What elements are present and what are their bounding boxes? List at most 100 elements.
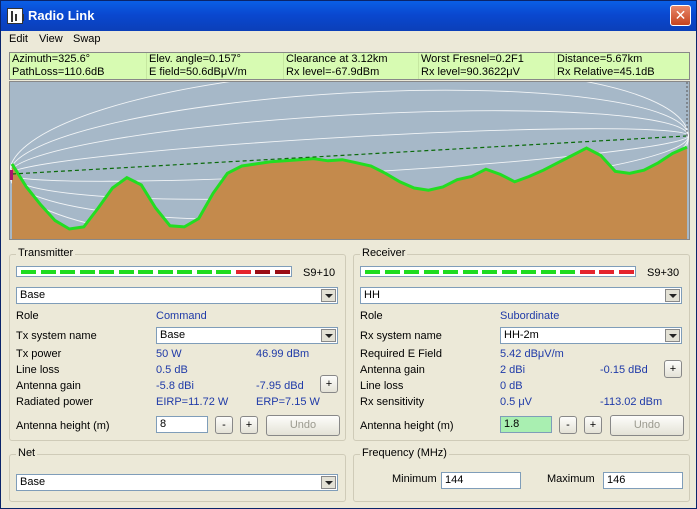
rx-undo-button[interactable]: Undo [610, 415, 684, 436]
rx-system-name-select[interactable]: HH-2m [500, 327, 682, 344]
tx-system-select[interactable]: Base [16, 287, 338, 304]
receiver-group: Receiver S9+30 HH Role Subordinate Rx sy… [353, 247, 690, 441]
close-button[interactable]: ✕ [670, 5, 691, 26]
chevron-down-icon [321, 289, 336, 302]
tx-system-name-value: Base [160, 329, 186, 341]
tx-gain-label: Antenna gain [16, 380, 81, 392]
transmitter-title: Transmitter [16, 247, 76, 259]
rx-signal-meter [360, 266, 636, 277]
meter-segment [443, 270, 458, 274]
rx-height-input[interactable]: 1.8 [500, 416, 552, 433]
meter-segment [423, 270, 439, 274]
frequency-max-input[interactable]: 146 [603, 472, 683, 489]
menu-view[interactable]: View [39, 33, 63, 45]
chevron-down-icon [321, 476, 336, 489]
meter-segment [40, 270, 56, 274]
radio-app-icon [7, 8, 24, 24]
tx-power-dbm: 46.99 dBm [256, 348, 310, 360]
azimuth-value: Azimuth=325.6° [10, 53, 147, 66]
link-info-bar: Azimuth=325.6° Elev. angle=0.157° Cleara… [9, 52, 690, 80]
meter-segment [579, 270, 595, 274]
meter-segment [482, 270, 497, 274]
rx-height-plus-button[interactable]: + [584, 416, 602, 434]
rx-system-name-label: Rx system name [360, 330, 442, 342]
tx-undo-button[interactable]: Undo [266, 415, 340, 436]
clearance-value: Clearance at 3.12km [284, 53, 419, 66]
meter-segment [521, 270, 536, 274]
rx-relative-value: Rx Relative=45.1dB [557, 66, 655, 78]
rx-level-uv-value: Rx level=90.3622μV [419, 66, 555, 79]
meter-segment [384, 270, 400, 274]
net-title: Net [16, 447, 38, 459]
tx-antenna-marker [10, 170, 13, 180]
tx-gain-dbi: -5.8 dBi [156, 380, 194, 392]
rx-gain-dbd: -0.15 dBd [600, 364, 648, 376]
meter-segment [216, 270, 231, 274]
rx-line-loss-label: Line loss [360, 380, 404, 392]
menu-bar: Edit View Swap [1, 31, 696, 49]
rx-system-select-value: HH [364, 289, 380, 301]
menu-swap[interactable]: Swap [73, 33, 101, 45]
tx-height-label: Antenna height (m) [16, 420, 110, 432]
rx-height-minus-button[interactable]: - [559, 416, 577, 434]
rx-efield-label: Required E Field [360, 348, 442, 360]
meter-segment [255, 270, 270, 274]
frequency-min-input[interactable]: 144 [441, 472, 521, 489]
meter-segment [618, 270, 634, 274]
tx-eirp-value: EIRP=11.72 W [156, 396, 229, 408]
terrain-profile-svg [10, 82, 689, 239]
rx-line-loss-value: 0 dB [500, 380, 523, 392]
tx-line-loss-label: Line loss [16, 364, 60, 376]
chevron-down-icon [665, 329, 680, 342]
rx-efield-value: 5.42 dBμV/m [500, 348, 564, 360]
elevation-angle-value: Elev. angle=0.157° [147, 53, 284, 66]
tx-system-name-select[interactable]: Base [156, 327, 338, 344]
meter-segment [21, 270, 36, 274]
rx-system-select[interactable]: HH [360, 287, 682, 304]
meter-segment [540, 270, 556, 274]
tx-role-value: Command [156, 310, 207, 322]
meter-segment [274, 270, 290, 274]
tx-line-loss-value: 0.5 dB [156, 364, 188, 376]
net-select-value: Base [20, 476, 46, 488]
rx-role-label: Role [360, 310, 383, 322]
meter-segment [99, 270, 114, 274]
radio-link-window: Radio Link ✕ Edit View Swap Azimuth=325.… [0, 0, 697, 509]
menu-edit[interactable]: Edit [9, 33, 28, 45]
rx-gain-plus-button[interactable]: + [664, 360, 682, 378]
meter-segment [118, 270, 134, 274]
tx-radiated-label: Radiated power [16, 396, 94, 408]
rx-gain-dbi: 2 dBi [500, 364, 526, 376]
tx-system-select-value: Base [20, 289, 46, 301]
meter-segment [79, 270, 95, 274]
meter-segment [177, 270, 192, 274]
net-select[interactable]: Base [16, 474, 338, 491]
tx-power-w: 50 W [156, 348, 182, 360]
rx-sensitivity-uv: 0.5 μV [500, 396, 533, 408]
tx-power-label: Tx power [16, 348, 62, 360]
tx-height-minus-button[interactable]: - [215, 416, 233, 434]
receiver-title: Receiver [360, 247, 408, 259]
pathloss-value: PathLoss=110.6dB [10, 66, 147, 79]
e-field-value: E field=50.6dBμV/m [147, 66, 284, 79]
tx-height-input[interactable]: 8 [156, 416, 208, 433]
rx-height-label: Antenna height (m) [360, 420, 454, 432]
tx-height-plus-button[interactable]: + [240, 416, 258, 434]
net-group: Net Base [9, 447, 346, 502]
meter-segment [157, 270, 173, 274]
rx-meter-label: S9+30 [647, 267, 680, 279]
rx-sensitivity-label: Rx sensitivity [360, 396, 425, 408]
transmitter-group: Transmitter S9+10 Base Role Command Tx s… [9, 247, 346, 441]
rx-gain-label: Antenna gain [360, 364, 425, 376]
rx-level-dbm-value: Rx level=-67.9dBm [284, 66, 419, 79]
terrain-profile-plot[interactable] [9, 81, 690, 240]
meter-segment [138, 270, 153, 274]
tx-meter-label: S9+10 [303, 267, 336, 279]
tx-gain-plus-button[interactable]: + [320, 375, 338, 393]
frequency-max-label: Maximum [547, 473, 595, 485]
meter-segment [60, 270, 75, 274]
meter-segment [196, 270, 212, 274]
tx-system-name-label: Tx system name [16, 330, 97, 342]
meter-segment [365, 270, 380, 274]
chevron-down-icon [321, 329, 336, 342]
